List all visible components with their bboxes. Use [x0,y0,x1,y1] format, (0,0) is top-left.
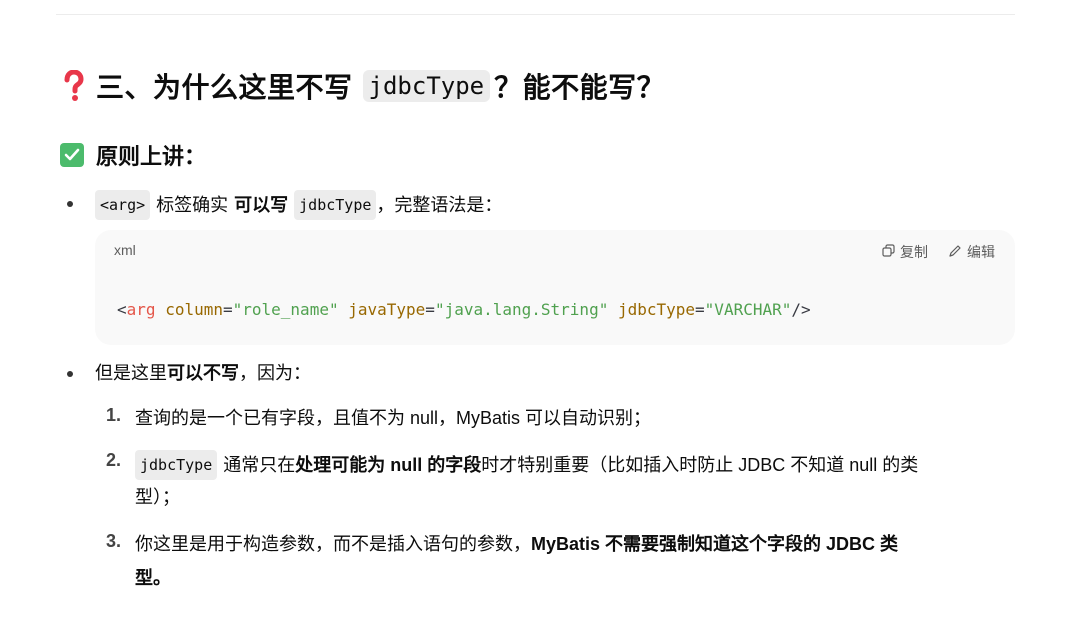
code-attr: jdbcType [617,300,696,319]
edit-button[interactable]: 编辑 [948,242,995,262]
bold-text: 处理可能为 null 的字段 [295,455,482,475]
text: 你这里是用于构造参数，而不是插入语句的参数， [135,534,531,554]
bold-text: 可以不写 [167,363,239,383]
inline-code: <arg> [95,190,151,220]
heading-text-after: ？能不能写？ [494,72,666,103]
inline-code: jdbcType [294,190,377,220]
bold-text: 可以写 [234,195,289,215]
copy-label: 复制 [900,244,928,260]
text: 但是这里 [95,363,167,383]
code-token: < [117,300,127,319]
ordered-list-item-continuation: 型）； [135,484,180,510]
text: ，因为： [239,363,311,383]
inline-code: jdbcType [135,450,218,480]
code-token: = [695,300,705,319]
code-token: = [222,300,233,319]
code-actions: 复制 编辑 [882,242,995,262]
bold-text: MyBatis 不需要强制知道这个字段的 JDBC 类 [531,534,899,554]
text: 时才特别重要（比如插入时防止 JDBC 不知道 null 的类 [481,455,919,475]
subsection-heading-text: 原则上讲： [96,144,207,169]
ordered-list-item: 你这里是用于构造参数，而不是插入语句的参数， MyBatis 不需要强制知道这个… [135,531,898,557]
text: 查询的是一个已有字段，且值不为 null，MyBatis 可以自动识别； [135,408,652,428]
list-item: 但是这里 可以不写 ，因为： [95,360,311,386]
heading-text-before: 三、为什么这里不写 [96,72,353,103]
check-box-icon [60,143,84,167]
list-item: <arg> 标签确实 可以写 jdbcType ，完整语法是： [95,190,502,220]
section-heading: 三、为什么这里不写 jdbcType ？能不能写？ [60,64,665,108]
code-attr: column [165,300,223,319]
subsection-heading: 原则上讲： [60,138,206,172]
code-string: "role_name" [232,300,339,319]
bold-text: 型。 [135,568,171,588]
code-attr: javaType [348,300,426,319]
code-language: xml [114,242,136,258]
code-tag: arg [126,300,156,319]
ordered-list-item: jdbcType 通常只在 处理可能为 null 的字段 时才特别重要（比如插入… [135,450,918,480]
list-number: 2. [105,450,121,470]
ordered-list-item: 查询的是一个已有字段，且值不为 null，MyBatis 可以自动识别； [135,405,651,431]
code-string: "java.lang.String" [434,300,609,319]
edit-label: 编辑 [967,244,995,260]
code-block: xml 复制 编辑 <arg column="role_name" javaTy… [95,230,1015,345]
text: 型）； [135,487,180,507]
copy-button[interactable]: 复制 [882,242,928,262]
bullet-dot [67,371,73,377]
ordered-list-item-continuation: 型。 [135,565,171,591]
edit-icon [948,244,962,261]
code-content: <arg column="role_name" javaType="java.l… [117,300,811,319]
text: 标签确实 [156,195,229,215]
bullet-dot [67,201,73,207]
code-token: = [425,300,435,319]
code-token: /> [791,300,811,319]
divider [56,14,1015,15]
list-number: 3. [105,531,121,551]
code-string: "VARCHAR" [704,300,792,319]
copy-icon [882,244,895,260]
chat-message: 三、为什么这里不写 jdbcType ？能不能写？ 原则上讲： <arg> 标签… [0,0,1065,630]
text: 通常只在 [223,455,296,475]
question-mark-icon [60,70,88,102]
text: ，完整语法是： [376,195,503,215]
inline-code: jdbcType [362,70,491,102]
list-number: 1. [105,405,121,425]
